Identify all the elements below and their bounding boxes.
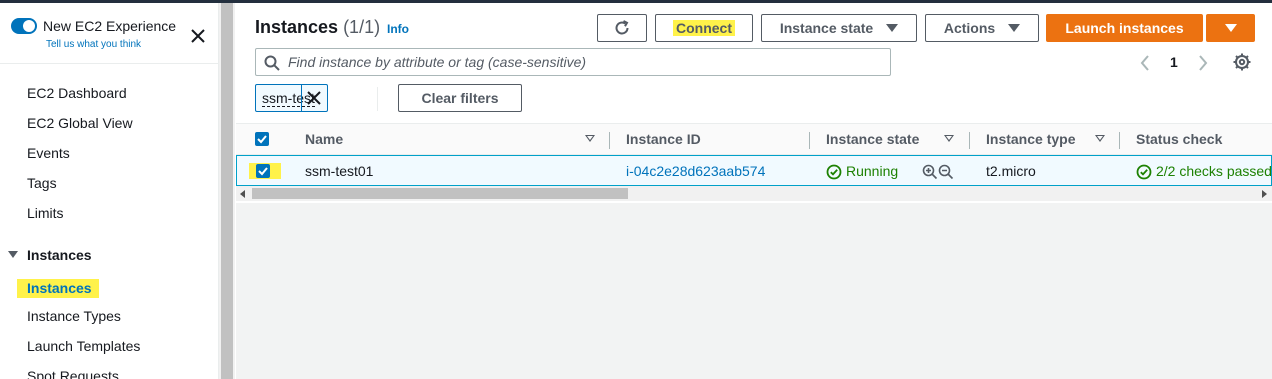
new-experience-panel: New EC2 Experience Tell us what you thin… [10,16,210,56]
launch-instances-label: Launch instances [1065,20,1184,36]
sort-icon[interactable] [1095,135,1105,142]
column-header-name[interactable]: Name [305,131,343,147]
chevron-right-icon[interactable] [1196,53,1210,73]
sidebar-divider [0,63,218,64]
sidebar-item-launch-templates[interactable]: Launch Templates [27,338,140,354]
instances-panel: Instances (1/1) Info Connect Instance st… [236,3,1272,203]
search-icon [264,55,280,71]
search-bar[interactable] [255,48,891,76]
info-link[interactable]: Info [387,22,409,36]
column-header-instance-type[interactable]: Instance type [986,131,1075,147]
launch-instances-button[interactable]: Launch instances [1046,14,1203,42]
sort-icon[interactable] [585,135,595,142]
chevron-left-icon[interactable] [1138,53,1152,73]
pagination: 1 [1138,53,1214,73]
column-header-status-check[interactable]: Status check [1136,131,1222,147]
check-circle-icon [1136,164,1152,180]
sort-icon[interactable] [944,135,954,142]
column-header-instance-id[interactable]: Instance ID [626,131,701,147]
main-content: Instances (1/1) Info Connect Instance st… [236,3,1272,379]
filter-token: ssm-test [255,84,328,112]
sidebar-section-instances[interactable]: Instances [8,247,92,263]
page-title: Instances (1/1) [255,17,380,38]
close-icon[interactable] [188,26,208,46]
sidebar-item-tags[interactable]: Tags [27,175,57,191]
horizontal-scrollbar-thumb[interactable] [252,188,628,199]
cell-instance-id-link[interactable]: i-04c2e28d623aab574 [626,163,765,179]
column-resizer[interactable] [969,132,970,149]
sidebar-item-events[interactable]: Events [27,145,70,161]
sidebar-item-instance-types[interactable]: Instance Types [27,308,121,324]
column-resizer[interactable] [809,132,810,149]
table-header: Name Instance ID Instance state Instance… [236,123,1272,155]
caret-down-icon [1224,24,1237,32]
instance-state-dropdown[interactable]: Instance state [761,14,917,42]
select-all-checkbox[interactable] [255,132,269,146]
caret-down-icon [1008,24,1021,32]
cell-name: ssm-test01 [305,163,374,179]
actions-label: Actions [943,20,996,36]
sidebar-section-label: Instances [27,247,92,263]
refresh-icon [615,20,629,35]
sidebar-item-spot-requests[interactable]: Spot Requests [27,368,119,379]
scroll-left-arrow[interactable] [240,190,245,198]
sidebar-scrollbar-thumb[interactable] [221,3,233,379]
table-row[interactable]: ssm-test01 i-04c2e28d623aab574 Running t… [236,155,1272,186]
sidebar-item-instances[interactable]: Instances [17,279,99,298]
new-experience-title: New EC2 Experience [43,18,177,34]
sidebar-item-limits[interactable]: Limits [27,205,64,221]
connect-button[interactable]: Connect [655,14,753,42]
clear-filters-label: Clear filters [421,90,499,106]
table-horizontal-scrollbar[interactable] [236,186,1272,201]
sidebar-item-ec2-dashboard[interactable]: EC2 Dashboard [27,85,127,101]
gear-icon[interactable] [1232,52,1252,72]
caret-down-icon [886,24,899,32]
search-input[interactable] [288,52,883,72]
refresh-button[interactable] [597,14,647,42]
column-header-instance-state[interactable]: Instance state [826,131,919,147]
cell-instance-type: t2.micro [986,163,1036,179]
sidebar-item-label: Instances [27,280,92,296]
zoom-out-icon[interactable] [938,164,954,180]
cell-status-check: 2/2 checks passed [1156,163,1272,179]
caret-down-icon [8,251,18,258]
sidebar: New EC2 Experience Tell us what you thin… [0,3,219,379]
check-icon [257,135,267,144]
actions-dropdown[interactable]: Actions [925,14,1039,42]
filter-token-divider [301,85,302,111]
clear-filters-button[interactable]: Clear filters [398,84,522,112]
scroll-right-arrow[interactable] [1262,190,1267,198]
sidebar-item-ec2-global-view[interactable]: EC2 Global View [27,115,133,131]
close-icon[interactable] [305,89,323,107]
feedback-link[interactable]: Tell us what you think [46,39,141,50]
column-resizer[interactable] [609,132,610,149]
check-icon [258,167,268,176]
zoom-in-icon[interactable] [922,164,938,180]
cell-instance-state: Running [846,163,899,179]
launch-options-dropdown[interactable] [1206,14,1255,42]
column-resizer[interactable] [1119,132,1120,149]
page-number[interactable]: 1 [1170,54,1178,70]
row-checkbox[interactable] [256,164,270,178]
filter-divider [377,87,378,111]
connect-label: Connect [673,20,735,36]
page-title-text: Instances [255,17,339,37]
check-circle-icon [826,164,842,180]
selection-count: (1/1) [343,17,381,37]
new-experience-toggle[interactable] [11,18,37,34]
instance-state-label: Instance state [779,20,874,36]
